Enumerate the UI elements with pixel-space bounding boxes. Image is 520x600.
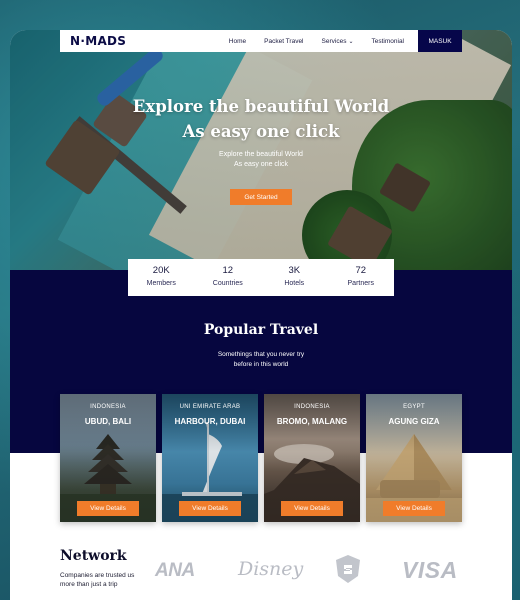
view-details-button[interactable]: View Details <box>281 501 343 516</box>
disney-logo: Disney <box>238 558 304 580</box>
card-country: INDONESIA <box>90 404 126 410</box>
network-subtitle: Companies are trusted us more than just … <box>60 572 135 588</box>
stat-hotels: 3K Hotels <box>261 259 328 296</box>
get-started-button[interactable]: Get Started <box>230 189 292 205</box>
hero-title-line2: As easy one click <box>182 122 340 141</box>
stat-label: Partners <box>347 280 374 287</box>
login-button[interactable]: MASUK <box>418 30 462 52</box>
hero-subtitle-line1: Explore the beautiful World <box>219 151 303 158</box>
hero-title-line1: Explore the beautiful World <box>132 97 390 116</box>
view-details-button[interactable]: View Details <box>179 501 241 516</box>
stat-value: 3K <box>288 265 301 276</box>
card-country: INDONESIA <box>294 404 330 410</box>
card-city: UBUD, BALI <box>84 417 132 426</box>
stat-value: 20K <box>152 265 170 276</box>
hero-subtitle-line2: As easy one click <box>233 161 289 168</box>
card-city: BROMO, MALANG <box>276 417 348 426</box>
popular-travel-title: Popular Travel <box>203 322 319 338</box>
stat-partners: 72 Partners <box>328 259 395 296</box>
landing-page: N·MADS Home Packet Travel Services ⌄ Tes… <box>10 30 512 600</box>
travel-card-bromo[interactable]: INDONESIA BROMO, MALANG View Details <box>264 394 360 522</box>
nav-link-packet-travel[interactable]: Packet Travel <box>264 38 303 45</box>
stat-label: Members <box>146 280 176 287</box>
ana-logo: ANA <box>155 560 195 581</box>
stat-members: 20K Members <box>128 259 195 296</box>
brand-logo[interactable]: N·MADS <box>70 34 126 48</box>
popular-travel-subtitle: Somethings that you never try before in … <box>10 350 512 370</box>
card-city: AGUNG GIZA <box>388 417 440 426</box>
travel-card-dubai[interactable]: UNI EMIRATE ARAB HARBOUR, DUBAI View Det… <box>162 394 258 522</box>
nav-links: Home Packet Travel Services ⌄ Testimonia… <box>211 38 404 45</box>
hero-subtitle: Explore the beautiful World As easy one … <box>10 150 512 170</box>
nav-link-home[interactable]: Home <box>229 38 246 45</box>
stat-countries: 12 Countries <box>195 259 262 296</box>
stats-bar: 20K Members 12 Countries 3K Hotels 72 Pa… <box>128 259 394 296</box>
stat-value: 72 <box>355 265 367 276</box>
travel-card-bali[interactable]: INDONESIA UBUD, BALI View Details <box>60 394 156 522</box>
hero-title: Explore the beautiful World As easy one … <box>10 94 512 144</box>
popular-travel-subtitle-line2: before in this world <box>233 361 289 368</box>
popular-travel-subtitle-line1: Somethings that you never try <box>217 351 305 358</box>
nav-link-services[interactable]: Services ⌄ <box>322 38 354 45</box>
nav-link-testimonial[interactable]: Testimonial <box>371 38 404 45</box>
top-navbar: N·MADS Home Packet Travel Services ⌄ Tes… <box>60 30 462 52</box>
stat-value: 12 <box>222 265 234 276</box>
card-country: EGYPT <box>403 404 425 410</box>
shield-logo-icon <box>334 554 362 584</box>
stat-label: Countries <box>212 280 243 287</box>
hero-section: N·MADS Home Packet Travel Services ⌄ Tes… <box>10 30 512 270</box>
nav-link-services-label: Services <box>321 37 347 45</box>
view-details-button[interactable]: View Details <box>77 501 139 516</box>
card-city: HARBOUR, DUBAI <box>174 417 246 426</box>
card-country: UNI EMIRATE ARAB <box>179 404 241 410</box>
stat-label: Hotels <box>284 280 305 287</box>
network-title: Network <box>60 548 127 564</box>
visa-logo: VISA <box>402 557 458 583</box>
chevron-down-icon: ⌄ <box>348 38 354 45</box>
view-details-button[interactable]: View Details <box>383 501 445 516</box>
travel-card-giza[interactable]: EGYPT AGUNG GIZA View Details <box>366 394 462 522</box>
